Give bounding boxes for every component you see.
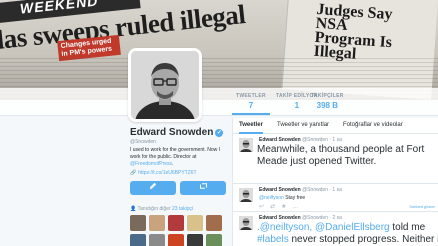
tweet-item[interactable]: Edward Snowden @Snowden · 2 sa .@neiltys… [233, 212, 438, 246]
tweet-avatar-icon [239, 188, 253, 202]
profile-url-text: https://t.co/1eU6BPYTZ6T [138, 170, 197, 176]
tweet-meta[interactable]: @Snowden · 2 sa [302, 215, 342, 221]
tweet-meta[interactable]: @Snowden · 1 sa [302, 187, 342, 193]
tweet-header: Edward Snowden @Snowden · 1 sa [259, 137, 342, 143]
tweet-mention[interactable]: @neiltyson [259, 195, 284, 201]
follower-avatar[interactable] [149, 215, 165, 231]
follower-thumbnails [130, 215, 226, 246]
bio-end: . [172, 161, 174, 167]
follower-avatar[interactable] [149, 234, 165, 246]
tweet-header: Edward Snowden @Snowden · 1 sa [259, 187, 342, 193]
tweet-author[interactable]: Edward Snowden [259, 215, 301, 221]
follower-avatar[interactable] [187, 234, 203, 246]
tweet-body-line2: never stopped progress. Neither in [288, 234, 438, 245]
timeline-tabs: Tweetler Tweetler ve yanıtlar Fotoğrafla… [233, 118, 438, 134]
tweet-header: Edward Snowden @Snowden · 2 sa [259, 215, 342, 221]
tweet-avatar[interactable] [239, 216, 253, 230]
tweet-meta[interactable]: @Snowden · 1 sa [302, 137, 342, 143]
tweet-item[interactable]: Edward Snowden @Snowden · 1 sa Meanwhile… [233, 134, 438, 184]
tab-tweets[interactable]: Tweetler [239, 122, 263, 134]
tweet-hashtag[interactable]: #labels [257, 234, 289, 245]
followers-you-know-label: Tanıdığın diğer [137, 206, 172, 212]
follower-avatar[interactable] [168, 215, 184, 231]
tweet-avatar-icon [239, 138, 253, 152]
avatar-portrait-icon [131, 51, 199, 119]
tweet-author[interactable]: Edward Snowden [259, 187, 301, 193]
retweet-button[interactable] [180, 181, 226, 195]
more-icon[interactable]: … [292, 204, 304, 210]
stat-tweets[interactable]: TWEETLER 7 [232, 93, 270, 115]
stat-followers-value: 398 B [316, 101, 338, 110]
reply-icon[interactable]: ↩ [259, 204, 270, 210]
follower-avatar[interactable] [206, 234, 222, 246]
tweet-to-button[interactable] [130, 181, 176, 195]
tweet-body: Stay free [283, 195, 306, 201]
profile-name-text: Edward Snowden [130, 127, 214, 138]
show-conversation-link[interactable]: Sohbeti göster [409, 204, 435, 209]
profile-url[interactable]: 🔗 https://t.co/1eU6BPYTZ6T [130, 170, 197, 176]
stat-tweets-value: 7 [248, 101, 254, 110]
like-icon[interactable]: ★ [281, 204, 292, 210]
profile-name[interactable]: Edward Snowden ✓ [130, 127, 224, 138]
followers-you-know-count: 23 takipçi [172, 206, 194, 212]
tweet-body: told me [389, 222, 426, 233]
masthead-word: WEEKEND [19, 0, 100, 17]
bio-text: I used to work for the government. Now I… [130, 147, 221, 160]
retweet-icon [199, 183, 207, 189]
tweet-avatar-icon [239, 216, 253, 230]
follower-avatar[interactable] [187, 215, 203, 231]
follower-avatar[interactable] [168, 234, 184, 246]
tab-tweets-and-replies[interactable]: Tweetler ve yanıtlar [277, 122, 329, 128]
link-icon: 🔗 [130, 170, 137, 176]
avatar[interactable] [128, 48, 202, 122]
retweet-icon[interactable]: ⇄ [270, 204, 281, 210]
stat-followers[interactable]: TAKİPÇİLER 398 B [311, 93, 344, 110]
follower-avatar[interactable] [130, 234, 146, 246]
follower-avatar[interactable] [206, 215, 222, 231]
profile-nav-bar [0, 88, 438, 116]
tweet-author[interactable]: Edward Snowden [259, 137, 301, 143]
newspaper-side-headline: Judges Say NSA Program Is Illegal [313, 0, 394, 63]
tab-photos-and-videos[interactable]: Fotoğraflar ve videolar [343, 122, 403, 128]
people-icon: 👤 [130, 206, 138, 212]
tweet-text: @neiltyson Stay free [259, 195, 305, 201]
tweet-text: .@neiltyson, @DanielEllsberg told me #la… [257, 222, 438, 246]
bio-link[interactable]: @FreedomofPress [130, 161, 172, 167]
profile-header-banner: WEEKEND las sweeps ruled illegal Changes… [0, 0, 438, 100]
stat-followers-label: TAKİPÇİLER [311, 93, 344, 99]
compose-icon [149, 182, 157, 190]
stat-tweets-label: TWEETLER [236, 93, 266, 99]
tweet-item[interactable]: Edward Snowden @Snowden · 1 sa @neiltyso… [233, 184, 438, 212]
tweet-avatar[interactable] [239, 138, 253, 152]
profile-handle[interactable]: @Snowden [130, 139, 156, 145]
tweet-avatar[interactable] [239, 188, 253, 202]
followers-you-know[interactable]: 👤 Tanıdığın diğer 23 takipçi [130, 206, 193, 212]
follower-avatar[interactable] [130, 215, 146, 231]
tweet-text: Meanwhile, a thousand people at Fort Mea… [257, 144, 425, 167]
timeline: Tweetler Tweetler ve yanıtlar Fotoğrafla… [232, 118, 438, 246]
tweet-actions: ↩⇄★… [259, 203, 304, 210]
tweet-mention[interactable]: .@neiltyson, @DanielEllsberg [257, 222, 390, 233]
verified-badge-icon: ✓ [215, 129, 224, 137]
profile-bio: I used to work for the government. Now I… [130, 147, 228, 168]
